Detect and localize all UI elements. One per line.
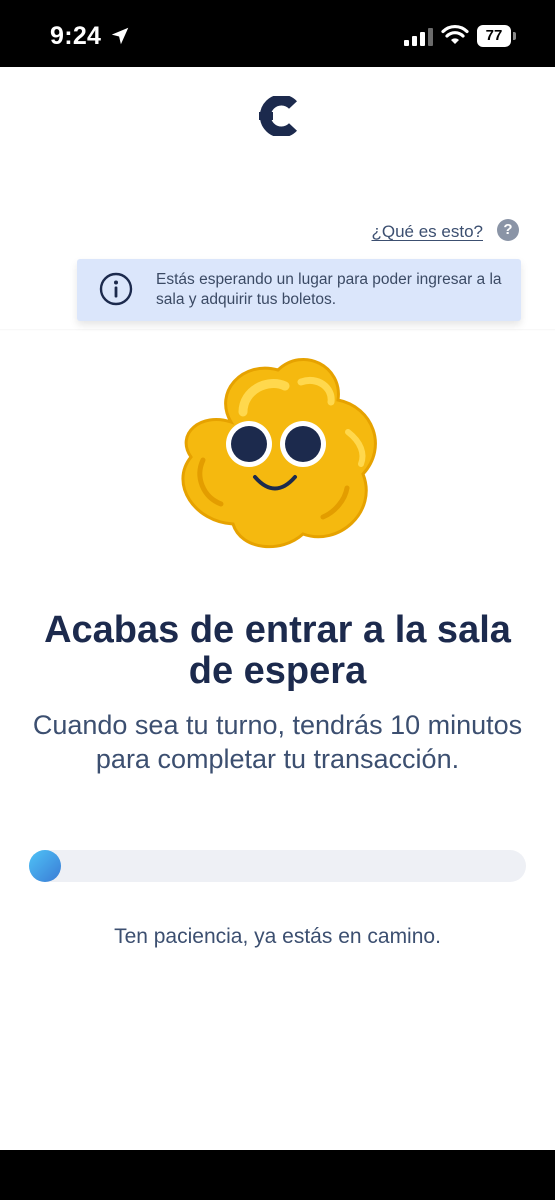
wifi-icon — [441, 24, 469, 44]
info-banner: Estás esperando un lugar para poder ingr… — [77, 259, 521, 321]
progress-fill — [29, 850, 61, 882]
queue-progress-bar — [29, 850, 526, 882]
what-is-this-link[interactable]: ¿Qué es esto? — [371, 222, 483, 242]
status-time: 9:24 — [50, 22, 102, 50]
divider — [0, 329, 555, 331]
status-bar: 9:24 77 — [0, 0, 555, 67]
brand-logo — [259, 96, 297, 136]
battery-tip — [513, 32, 516, 40]
page-subtitle: Cuando sea tu turno, tendrás 10 minutos … — [32, 710, 523, 774]
battery-icon: 77 — [477, 25, 517, 47]
info-banner-text: Estás esperando un lugar para poder ingr… — [156, 271, 502, 308]
question-icon[interactable]: ? — [497, 219, 519, 241]
info-icon — [99, 272, 133, 306]
cell-signal-icon — [404, 28, 433, 46]
page-title: Acabas de entrar a la sala de espera — [44, 609, 511, 692]
app-screen: ¿Qué es esto? ? Estás esperando un lugar… — [0, 67, 555, 1150]
location-arrow-icon — [111, 27, 129, 45]
popcorn-mascot — [181, 358, 377, 549]
home-indicator-bar — [0, 1150, 555, 1200]
battery-level: 77 — [477, 25, 511, 47]
patience-message: Ten paciencia, ya estás en camino. — [114, 925, 441, 948]
